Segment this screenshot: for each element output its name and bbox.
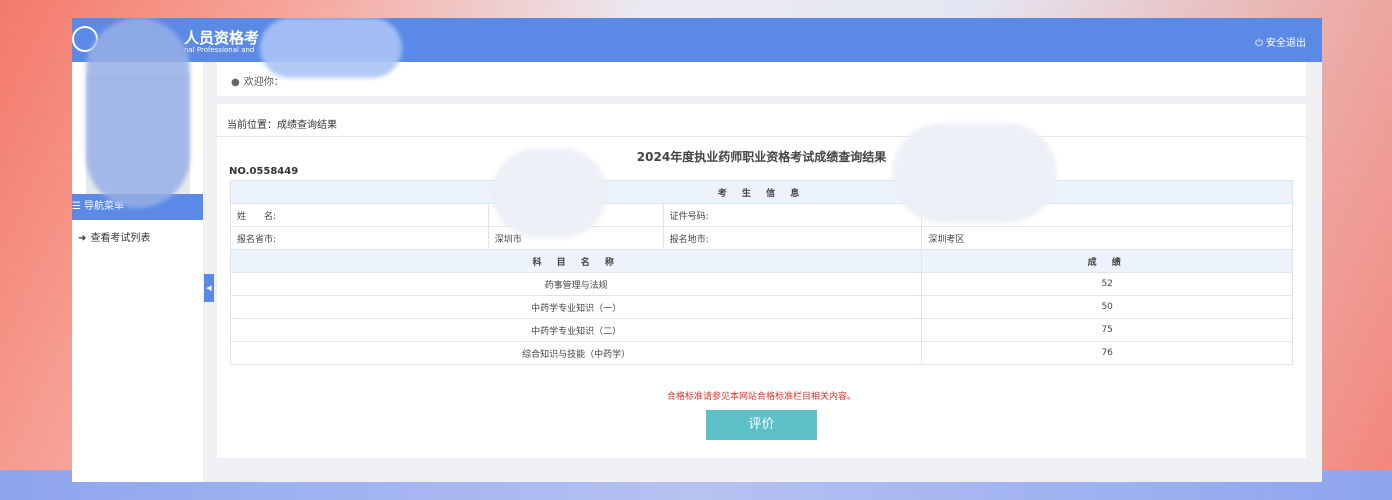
subject-cell: 中药学专业知识（二） bbox=[229, 318, 923, 342]
divider bbox=[217, 136, 1306, 137]
score-header: 成 绩 bbox=[921, 249, 1293, 273]
breadcrumb: 当前位置：成绩查询结果 bbox=[227, 120, 337, 131]
sign-in-icon: ➜ bbox=[78, 233, 87, 244]
power-icon: ⏻ bbox=[1255, 38, 1263, 49]
content-card: 当前位置：成绩查询结果 2024年度执业药师职业资格考试成绩查询结果 NO.05… bbox=[217, 104, 1306, 458]
subject-cell: 中药学专业知识（一） bbox=[229, 295, 923, 319]
table-header-row: 科 目 名 称 成 绩 bbox=[229, 249, 1293, 273]
sidebar-collapse-button[interactable]: ◀ bbox=[204, 274, 214, 302]
subject-cell: 药事管理与法规 bbox=[229, 272, 923, 296]
user-icon: ● bbox=[231, 77, 240, 88]
subject-cell: 综合知识与技能（中药学） bbox=[229, 341, 923, 365]
welcome-label: 欢迎你： bbox=[243, 77, 284, 88]
privacy-blur bbox=[260, 18, 402, 78]
top-bar: 人员资格考 nal Professional and ⏻ 安全退出 bbox=[72, 18, 1322, 62]
info-header: 考 生 信 息 bbox=[230, 180, 1293, 204]
score-cell: 76 bbox=[921, 341, 1293, 365]
score-cell: 52 bbox=[921, 272, 1293, 296]
subject-header: 科 目 名 称 bbox=[229, 249, 923, 273]
score-table: 考 生 信 息 姓 名: 证件号码: 报名省市: 深圳市 报名地市: 深圳考区 … bbox=[229, 180, 1293, 365]
pass-standard-note: 合格标准请参见本网站合格标准栏目相关内容。 bbox=[666, 392, 856, 402]
table-row: 综合知识与技能（中药学） 76 bbox=[229, 341, 1293, 365]
welcome-text: ● 欢迎你： bbox=[231, 73, 284, 88]
privacy-blur bbox=[492, 148, 607, 238]
score-cell: 50 bbox=[921, 295, 1293, 319]
table-row: 药事管理与法规 52 bbox=[229, 272, 1293, 296]
table-row: 报名省市: 深圳市 报名地市: 深圳考区 bbox=[230, 226, 1293, 250]
rate-button[interactable]: 评价 bbox=[706, 410, 817, 440]
logout-button[interactable]: ⏻ 安全退出 bbox=[1255, 34, 1306, 49]
city-value: 深圳考区 bbox=[921, 226, 1293, 250]
privacy-blur bbox=[86, 18, 190, 208]
score-cell: 75 bbox=[921, 318, 1293, 342]
privacy-blur bbox=[892, 123, 1057, 223]
logout-label: 安全退出 bbox=[1266, 38, 1306, 49]
page-title: 2024年度执业药师职业资格考试成绩查询结果 bbox=[636, 150, 887, 164]
sidebar-item-label: 查看考试列表 bbox=[90, 233, 151, 244]
sidebar-item-exam-list[interactable]: ➜ 查看考试列表 bbox=[78, 229, 150, 244]
site-title: 人员资格考 bbox=[184, 29, 260, 47]
menu-list-icon: ☰ bbox=[72, 201, 81, 212]
app-window: 人员资格考 nal Professional and ⏻ 安全退出 ☰ 导航菜单 ➜… bbox=[72, 18, 1322, 482]
table-row: 中药学专业知识（一） 50 bbox=[229, 295, 1293, 319]
site-subtitle: nal Professional and bbox=[184, 46, 255, 54]
certificate-number: NO.0558449 bbox=[229, 166, 299, 177]
name-label: 姓 名: bbox=[230, 203, 489, 227]
province-label: 报名省市: bbox=[230, 226, 489, 250]
table-row: 姓 名: 证件号码: bbox=[230, 203, 1293, 227]
table-header-row: 考 生 信 息 bbox=[230, 180, 1293, 204]
city-label: 报名地市: bbox=[662, 226, 923, 250]
id-number-label: 证件号码: bbox=[662, 203, 923, 227]
caret-left-icon: ◀ bbox=[206, 284, 212, 292]
table-row: 中药学专业知识（二） 75 bbox=[229, 318, 1293, 342]
